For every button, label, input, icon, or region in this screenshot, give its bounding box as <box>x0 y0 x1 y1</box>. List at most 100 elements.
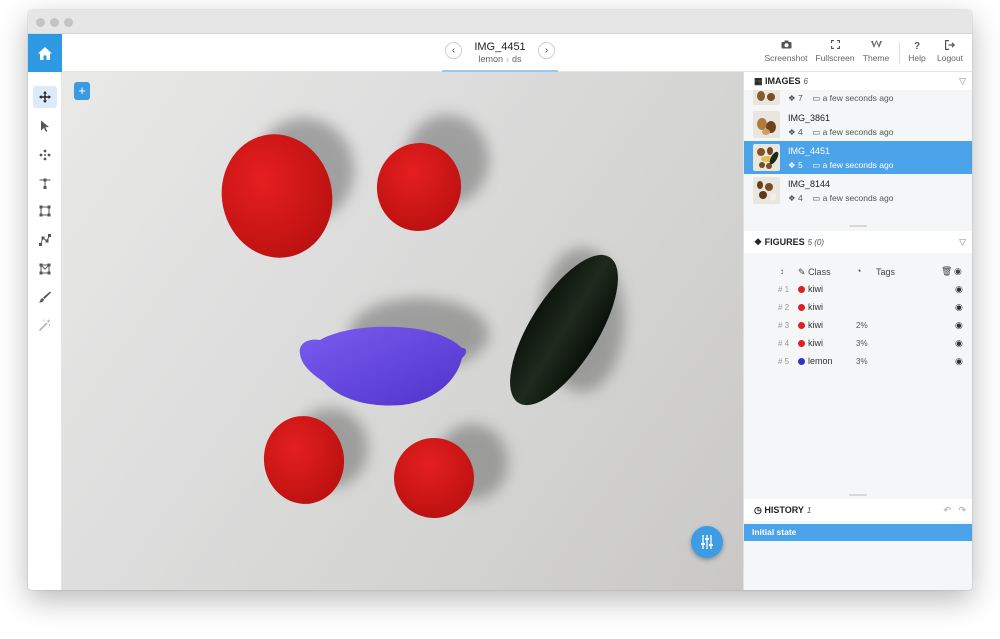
figure-class: kiwi <box>808 338 823 348</box>
figure-index: # 2 <box>778 303 790 312</box>
eye-icon[interactable]: ◉ <box>955 284 963 295</box>
annotated-image <box>221 115 624 518</box>
undo-icon[interactable]: ↶ <box>943 499 951 521</box>
move-arrows-icon <box>39 91 51 103</box>
help-label: Help <box>908 53 926 63</box>
help-button[interactable]: ? Help <box>904 40 930 63</box>
window-close-dot[interactable] <box>36 18 45 27</box>
calendar-icon: ▭ <box>812 160 821 170</box>
sliders-icon <box>701 535 713 549</box>
magic-wand-icon <box>39 319 50 331</box>
brush-tool-button[interactable] <box>33 286 57 308</box>
image-name: IMG_3861 <box>788 113 831 123</box>
redo-icon[interactable]: ↷ <box>958 499 966 521</box>
images-icon: ▦ <box>754 76 766 86</box>
polygon-tool-button[interactable] <box>33 258 57 280</box>
tags-column[interactable]: Tags <box>876 267 895 277</box>
figures-count: 4 <box>798 193 803 203</box>
layers-icon: ❖ <box>754 237 765 247</box>
figure-area: 3% <box>856 339 868 348</box>
filter-icon[interactable]: ▽ <box>959 72 966 90</box>
add-object-button[interactable]: + <box>74 82 90 100</box>
calendar-icon: ▭ <box>812 127 821 137</box>
figure-row[interactable]: # 1 kiwi ◉ <box>744 281 972 299</box>
resize-handle[interactable] <box>849 225 867 227</box>
image-canvas[interactable]: + <box>62 72 743 590</box>
next-image-button[interactable]: › <box>538 42 555 59</box>
figures-section-header: ❖ FIGURES 5 (0) ▽ <box>744 231 972 253</box>
image-name: IMG_8144 <box>788 179 831 189</box>
eye-icon[interactable]: ◉ <box>955 356 963 367</box>
help-icon: ? <box>913 41 921 52</box>
brush-icon <box>39 291 51 303</box>
figures-title: FIGURES <box>764 237 805 247</box>
polyline-tool-button[interactable] <box>33 229 57 251</box>
pan-tool-button[interactable] <box>33 86 57 108</box>
history-item[interactable]: Initial state <box>744 524 972 541</box>
figure-class: lemon <box>808 356 833 366</box>
eye-icon[interactable]: ◉ <box>955 338 963 349</box>
line-icon <box>39 178 51 189</box>
image-list-item-selected[interactable]: IMG_4451 ❖ 5 ▭ a few seconds ago <box>744 141 972 174</box>
image-settings-button[interactable] <box>691 526 723 558</box>
image-list-item[interactable]: ❖ 7 ▭ a few seconds ago <box>744 90 972 108</box>
image-time: a few seconds ago <box>822 93 894 103</box>
filter-icon[interactable]: ▽ <box>959 231 966 253</box>
figure-area: 3% <box>856 357 868 366</box>
bbox-icon <box>39 205 51 217</box>
screenshot-button[interactable]: Screenshot <box>764 40 808 63</box>
figure-row[interactable]: # 5 lemon 3% ◉ <box>744 353 972 371</box>
area-column-icon[interactable]: ◔ <box>856 266 861 276</box>
home-button[interactable] <box>28 34 62 72</box>
figures-count: 5 (0) <box>807 238 825 247</box>
breadcrumb-project[interactable]: lemon <box>478 54 503 64</box>
delete-all-icon[interactable]: 🗑 <box>941 266 952 277</box>
layers-icon: ❖ <box>788 193 796 203</box>
class-column-label: Class <box>808 267 831 277</box>
image-time: a few seconds ago <box>822 160 894 170</box>
images-count: 6 <box>803 77 808 86</box>
layers-icon: ❖ <box>788 93 796 103</box>
rectangle-tool-button[interactable] <box>33 200 57 222</box>
figure-class: kiwi <box>808 284 823 294</box>
breadcrumb-dataset[interactable]: ds <box>512 54 522 64</box>
theme-button[interactable]: Theme <box>860 40 892 63</box>
select-tool-button[interactable] <box>33 115 57 137</box>
sort-icon[interactable]: ↕ <box>780 267 784 276</box>
image-thumbnail <box>753 144 780 171</box>
figure-row[interactable]: # 2 kiwi ◉ <box>744 299 972 317</box>
eye-icon[interactable]: ◉ <box>955 320 963 331</box>
theme-label: Theme <box>862 53 890 63</box>
image-list-item[interactable]: IMG_8144 ❖ 4 ▭ a few seconds ago <box>744 174 972 207</box>
image-list-item[interactable]: IMG_3861 ❖ 4 ▭ a few seconds ago <box>744 108 972 141</box>
logout-button[interactable]: Logout <box>934 40 966 63</box>
line-tool-button[interactable] <box>33 172 57 194</box>
figure-class: kiwi <box>808 320 823 330</box>
figure-row[interactable]: # 3 kiwi 2% ◉ <box>744 317 972 335</box>
eye-icon[interactable]: ◉ <box>955 302 963 313</box>
calendar-icon: ▭ <box>812 193 821 203</box>
app-window: ‹ IMG_4451 lemon › ds › Screenshot Fullscr… <box>28 10 972 590</box>
figure-row[interactable]: # 4 kiwi 3% ◉ <box>744 335 972 353</box>
top-toolbar: ‹ IMG_4451 lemon › ds › Screenshot Fullscr… <box>28 34 972 72</box>
theme-icon <box>860 40 892 53</box>
figure-class: kiwi <box>808 302 823 312</box>
logout-icon <box>934 40 966 53</box>
class-color-dot <box>798 322 805 329</box>
window-maximize-dot[interactable] <box>64 18 73 27</box>
resize-handle[interactable] <box>849 494 867 496</box>
fullscreen-button[interactable]: Fullscreen <box>814 39 856 63</box>
lemon-mask[interactable] <box>299 326 467 406</box>
class-column[interactable]: ✎ Class <box>798 267 831 278</box>
history-section-header: ◷ HISTORY 1 ↶ ↷ <box>744 499 972 521</box>
image-meta: ❖ 7 ▭ a few seconds ago <box>788 93 893 104</box>
images-section-header: ▦ IMAGES 6 ▽ <box>744 72 972 90</box>
image-name: IMG_4451 <box>788 146 831 156</box>
image-thumbnail <box>753 177 780 204</box>
polygon-icon <box>39 263 51 275</box>
image-thumbnail <box>753 90 780 105</box>
point-tool-button[interactable] <box>33 144 57 166</box>
window-minimize-dot[interactable] <box>50 18 59 27</box>
smart-tool-button[interactable] <box>33 314 57 336</box>
eye-icon[interactable]: ◉ <box>954 266 962 277</box>
